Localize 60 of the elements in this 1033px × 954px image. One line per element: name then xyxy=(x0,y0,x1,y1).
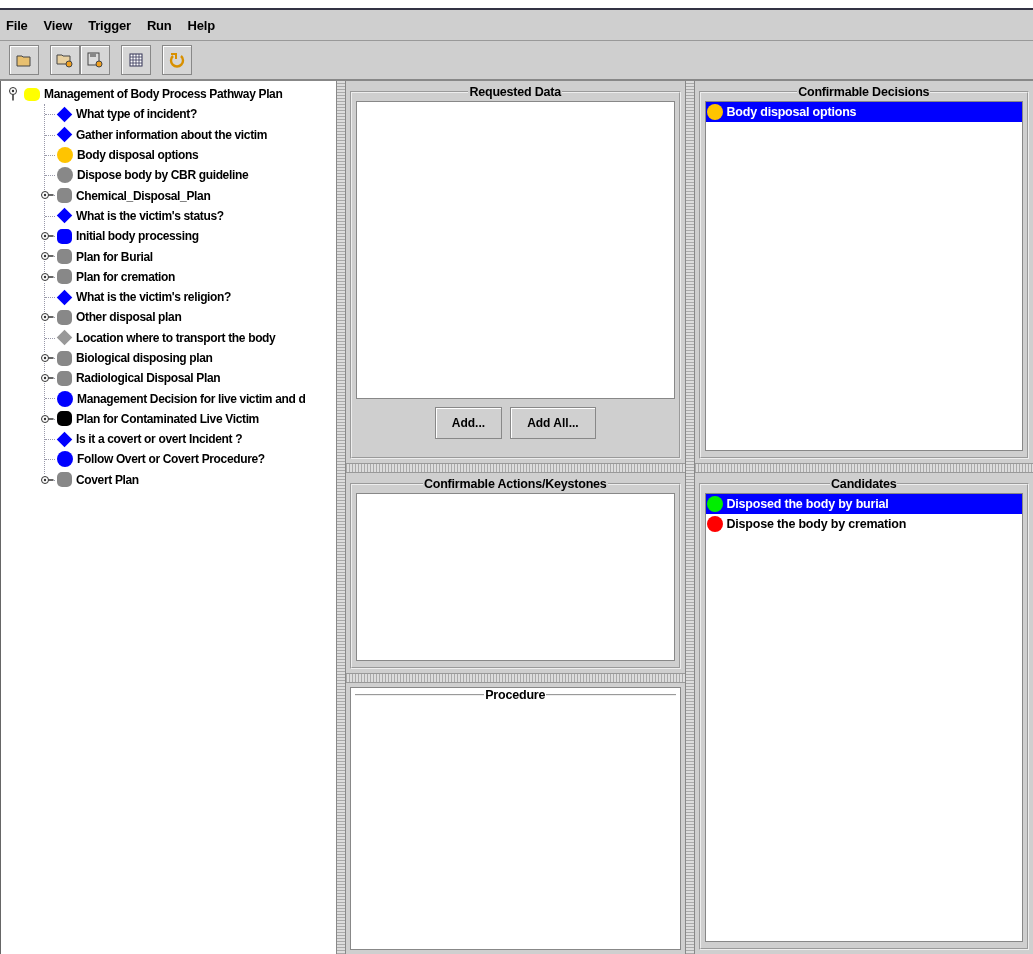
menu-item[interactable]: File xyxy=(6,17,28,33)
expand-handle-icon[interactable] xyxy=(8,86,18,103)
expand-handle-icon[interactable] xyxy=(40,352,54,363)
expand-handle-icon[interactable] xyxy=(40,271,54,282)
tree-node-label[interactable]: Chemical_Disposal_Plan xyxy=(76,188,211,203)
refresh-button[interactable] xyxy=(162,45,192,75)
tree-node-label[interactable]: Covert Plan xyxy=(76,472,139,487)
tree-node-label[interactable]: What is the victim's status? xyxy=(76,208,224,223)
tree-node-label[interactable]: What is the victim's religion? xyxy=(76,290,232,305)
tree-node-label[interactable]: Radiological Disposal Plan xyxy=(76,371,221,386)
save-button[interactable] xyxy=(80,45,110,75)
add-button[interactable]: Add... xyxy=(434,407,503,439)
floppy-disk-icon xyxy=(86,52,104,68)
tree-node-label[interactable]: Follow Overt or Covert Procedure? xyxy=(77,452,265,467)
tree-node-label[interactable]: Plan for Burial xyxy=(76,249,153,264)
menu-item[interactable]: Trigger xyxy=(88,17,131,33)
tree-node-label[interactable]: Gather information about the victim xyxy=(76,127,268,142)
candidate-item[interactable]: Dispose the body by cremation xyxy=(705,514,1022,534)
tree-node-label[interactable]: Biological disposing plan xyxy=(76,351,213,365)
tree-node-label[interactable]: Location where to transport the body xyxy=(76,330,276,345)
tree-node-label[interactable]: Plan for cremation xyxy=(76,269,176,284)
tree-node-label[interactable]: Dispose body by CBR guideline xyxy=(77,168,249,183)
candidate-item[interactable]: Disposed the body by burial xyxy=(705,494,1022,514)
tree-node-label[interactable]: Body disposal options xyxy=(77,148,199,163)
splitter-handle[interactable] xyxy=(684,81,695,954)
folder-hand-icon xyxy=(56,52,74,68)
expand-handle-icon[interactable] xyxy=(40,231,54,242)
open-button[interactable] xyxy=(9,45,39,75)
refresh-icon xyxy=(168,52,186,68)
expand-handle-icon[interactable] xyxy=(40,190,54,201)
tree-node-label[interactable]: What type of incident? xyxy=(76,107,197,122)
tree-node-label[interactable]: Initial body processing xyxy=(76,229,199,244)
splitter-handle[interactable] xyxy=(346,463,685,473)
panel-title: Candidates xyxy=(830,477,898,491)
expand-handle-icon[interactable] xyxy=(40,251,54,262)
folder-icon xyxy=(16,53,32,67)
load-button[interactable] xyxy=(50,45,80,75)
expand-handle-icon[interactable] xyxy=(40,312,54,323)
expand-handle-icon[interactable] xyxy=(40,413,54,424)
menu-item[interactable]: View xyxy=(43,17,73,33)
splitter-handle[interactable] xyxy=(694,463,1033,473)
menu-item[interactable]: Help xyxy=(187,17,215,33)
tree-node-label[interactable]: Plan for Contaminated Live Victim xyxy=(76,411,259,426)
grid-icon xyxy=(129,53,143,67)
panel-title: Requested Data xyxy=(468,85,563,99)
expand-handle-icon[interactable] xyxy=(40,474,54,485)
splitter-handle[interactable] xyxy=(346,673,685,683)
menu-item[interactable]: Run xyxy=(146,17,172,33)
expand-handle-icon[interactable] xyxy=(40,373,54,384)
table-button[interactable] xyxy=(121,45,151,75)
tree-node-label[interactable]: Other disposal plan xyxy=(76,310,182,325)
tree-node-label[interactable]: Management of Body Process Pathway Plan xyxy=(44,87,283,102)
add-button[interactable]: Add All... xyxy=(510,407,596,439)
panel-title: Confirmable Decisions xyxy=(797,85,931,99)
panel-title: Procedure xyxy=(484,688,547,702)
splitter-handle[interactable] xyxy=(336,81,346,954)
decision-item[interactable]: Body disposal options xyxy=(705,102,1022,122)
tree-node-label[interactable]: Management Decision for live victim and d xyxy=(77,391,306,406)
panel-title: Confirmable Actions/Keystones xyxy=(422,477,608,491)
tree-node-label[interactable]: Is it a covert or overt Incident ? xyxy=(76,432,243,447)
